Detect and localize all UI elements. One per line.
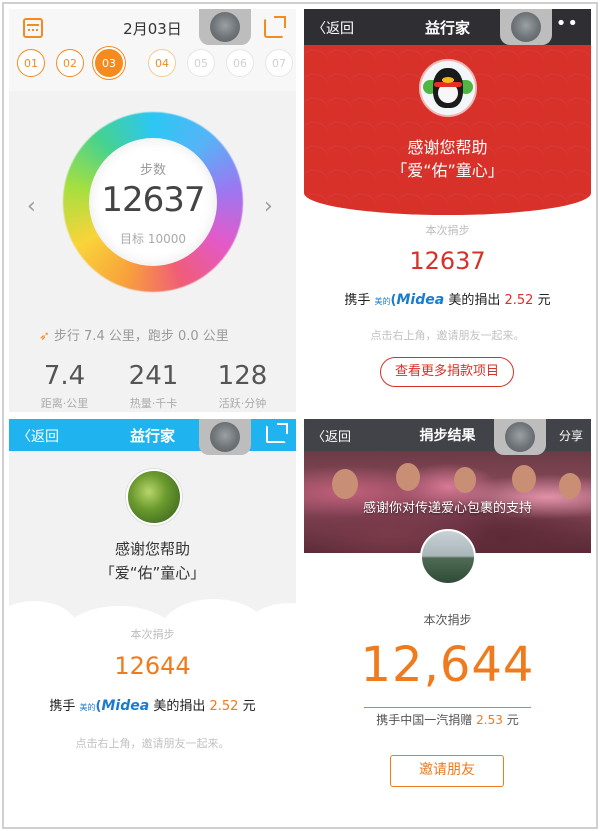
day-item: 07 (265, 49, 293, 77)
sponsor-line: 携手 美的(Midea 美的捐出 2.52 元 (304, 289, 591, 308)
stat-label: 热量·千卡 (129, 397, 178, 410)
more-projects-button[interactable]: 查看更多捐款项目 (380, 357, 514, 387)
donate-label: 本次捐步 (425, 224, 470, 237)
sponsor-unit: 元 (506, 713, 519, 727)
steps-goal: 目标 10000 (120, 232, 186, 246)
previous-day-chevron-icon[interactable]: ‹ (27, 194, 36, 219)
divider (364, 707, 531, 708)
steps-title: 步数 (139, 163, 166, 178)
nav-bar: 〈返回 益行家 (9, 419, 296, 451)
brand-small-label: 美的 (374, 297, 391, 306)
nav-bar: 〈返回 捐步结果 分享 (304, 419, 591, 451)
current-date: 2月03日 (123, 20, 182, 38)
avatar (126, 469, 182, 525)
thanks-line-1: 感谢您帮助 (407, 138, 488, 157)
avatar (420, 529, 476, 585)
stat-distance: 7.4 距离·公里 (17, 361, 112, 411)
camera-notch (199, 9, 251, 45)
sponsor-text: 携手中国一汽捐赠 (376, 713, 473, 727)
photo-face (454, 467, 476, 493)
distance-summary: ➶ 步行 7.4 公里，跑步 0.0 公里 (39, 325, 229, 344)
shoe-icon: ➶ (39, 329, 50, 344)
next-day-chevron-icon[interactable]: › (264, 194, 273, 219)
day-selector: 01 02 03 04 05 06 07 (17, 49, 293, 79)
sponsor-prefix: 携手 (344, 293, 371, 308)
day-item: 06 (226, 49, 254, 77)
brand-name: Midea (101, 698, 150, 714)
sponsor-text: 美的捐出 (153, 699, 206, 714)
day-item-selected[interactable]: 03 (95, 49, 123, 77)
sponsor-line: 携手 美的(Midea 美的捐出 2.52 元 (9, 695, 296, 714)
sponsor-unit: 元 (537, 293, 551, 308)
camera-notch (500, 9, 552, 45)
sponsor-amount: 2.53 (476, 713, 503, 727)
invite-tip: 点击右上角，邀请朋友一起来。 (75, 737, 230, 750)
distance-summary-text: 步行 7.4 公里，跑步 0.0 公里 (53, 329, 229, 344)
steps-value: 12637 (101, 180, 205, 220)
brand-small-label: 美的 (79, 703, 96, 712)
stat-value: 128 (217, 361, 268, 391)
photo-face (559, 473, 581, 499)
camera-notch (494, 419, 546, 455)
day-item: 05 (187, 49, 215, 77)
day-item[interactable]: 01 (17, 49, 45, 77)
share-icon[interactable] (264, 16, 286, 38)
step-progress-ring: 步数 12637 目标 10000 (63, 112, 243, 292)
sponsor-unit: 元 (242, 699, 256, 714)
photo-caption: 感谢你对传递爱心包裹的支持 (362, 501, 532, 516)
donated-steps: 12637 (409, 247, 486, 275)
penguin-beak (442, 77, 454, 83)
invite-friends-button[interactable]: 邀请朋友 (390, 755, 504, 787)
donated-steps: 12,644 (360, 637, 535, 693)
stats-row: 7.4 距离·公里 241 热量·千卡 128 活跃·分钟 (9, 361, 296, 412)
sponsor-amount: 2.52 (209, 699, 239, 714)
photo-face (396, 463, 420, 491)
stat-label: 距离·公里 (40, 397, 89, 410)
donate-label: 本次捐步 (130, 628, 175, 641)
nav-title: 捐步结果 (419, 428, 476, 444)
photo-face (332, 469, 358, 499)
step-tracker-panel: 2月03日 01 02 03 04 05 06 07 ‹ › 步数 12637 … (9, 9, 296, 412)
photo-face (512, 465, 536, 493)
sponsor-amount: 2.52 (504, 293, 534, 308)
share-button[interactable]: 分享 (559, 427, 583, 444)
sponsor-text: 美的捐出 (448, 293, 501, 308)
day-item[interactable]: 02 (56, 49, 84, 77)
sponsor-prefix: 携手 (49, 699, 76, 714)
stat-calories: 241 热量·千卡 (106, 361, 201, 411)
stat-label: 活跃·分钟 (218, 397, 267, 410)
thanks-line-2: 「爱“佑”童心」 (99, 564, 206, 582)
brand-name: Midea (396, 292, 445, 308)
thanks-line-1: 感谢您帮助 (114, 540, 190, 558)
donation-panel-blue: 〈返回 益行家 感谢您帮助 「爱“佑”童心」 本次捐步 12644 携手 美的(… (9, 419, 296, 822)
stat-active-minutes: 128 活跃·分钟 (195, 361, 290, 411)
sponsor-line: 携手中国一汽捐赠 2.53 元 (304, 711, 591, 728)
stat-value: 7.4 (43, 361, 86, 391)
share-icon[interactable] (266, 423, 288, 443)
day-item[interactable]: 04 (148, 49, 176, 77)
donation-panel-red: 〈返回 益行家 ••• 感谢您帮助 「爱“佑”童心」 本次捐步 12637 携手… (304, 9, 591, 412)
invite-tip: 点击右上角，邀请朋友一起来。 (370, 329, 525, 342)
stat-value: 241 (128, 361, 179, 391)
donated-steps: 12644 (114, 652, 191, 680)
donate-label: 本次捐步 (423, 613, 472, 627)
donation-result-panel: 感谢你对传递爱心包裹的支持 〈返回 捐步结果 分享 本次捐步 12,644 携手… (304, 419, 591, 822)
nav-title: 益行家 (129, 427, 175, 445)
camera-notch (199, 419, 251, 455)
thanks-line-2: 「爱“佑”童心」 (391, 161, 504, 180)
avatar (419, 59, 477, 117)
